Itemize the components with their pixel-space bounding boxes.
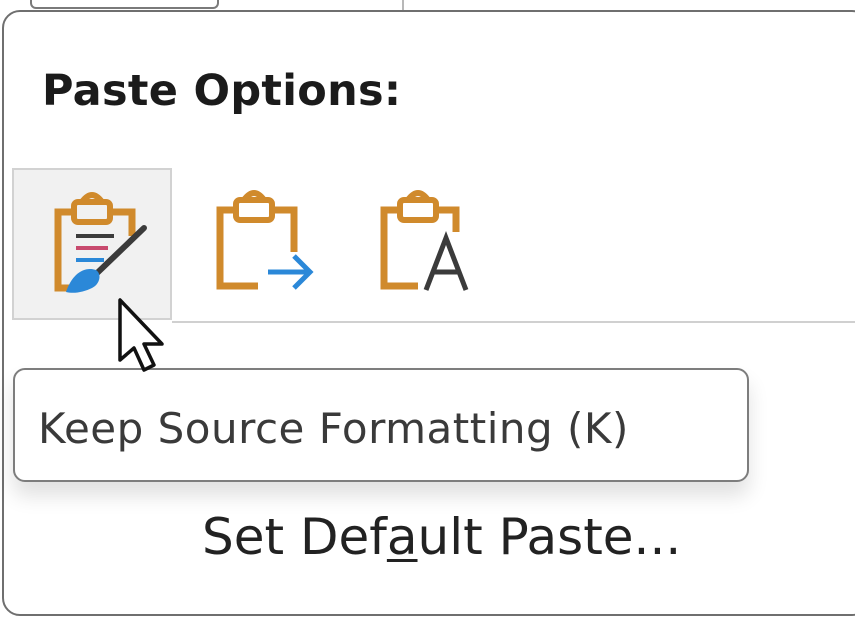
- tooltip-text: Keep Source Formatting (K): [38, 404, 629, 453]
- keep-text-only-icon: [380, 190, 469, 291]
- paste-option-tooltip: Keep Source Formatting (K): [13, 368, 749, 482]
- mouse-pointer-icon: [116, 298, 176, 382]
- background-control-edge: [30, 0, 219, 9]
- paste-option-keep-text-only[interactable]: [340, 168, 500, 320]
- merge-formatting-icon: [216, 190, 314, 290]
- background-divider: [402, 0, 404, 10]
- set-default-paste-menu-item[interactable]: Set Default Paste...: [202, 508, 681, 566]
- paste-options-screenshot: Paste Options: Keep Source Formatting (K…: [0, 0, 855, 620]
- background-window-edge: [0, 0, 855, 10]
- paste-option-merge-formatting[interactable]: [176, 168, 336, 320]
- menu-separator: [172, 321, 855, 323]
- paste-options-heading: Paste Options:: [42, 66, 402, 116]
- set-default-access-key: a: [386, 508, 418, 566]
- set-default-label-end: ult Paste...: [417, 508, 682, 566]
- set-default-label-start: Set Def: [202, 508, 387, 566]
